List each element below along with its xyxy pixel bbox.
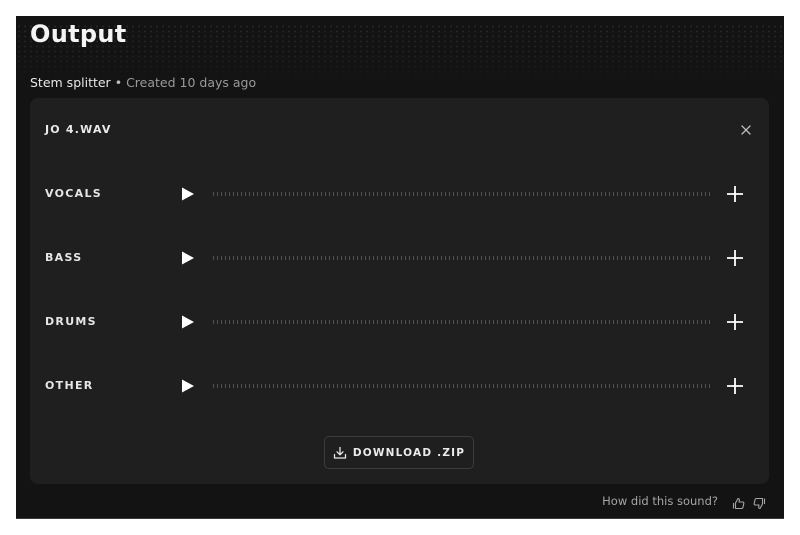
play-icon [182, 187, 194, 201]
play-button[interactable] [180, 314, 196, 330]
created-time: Created 10 days ago [126, 75, 257, 90]
stem-label: OTHER [45, 379, 94, 392]
add-button[interactable] [726, 377, 744, 395]
thumbs-up-button[interactable] [732, 495, 745, 509]
stem-row-other: OTHER [30, 371, 769, 401]
play-icon [182, 315, 194, 329]
thumbs-up-icon [732, 497, 745, 509]
plus-icon [727, 186, 743, 202]
add-button[interactable] [726, 249, 744, 267]
waveform[interactable] [213, 384, 710, 388]
plus-icon [727, 250, 743, 266]
add-button[interactable] [726, 185, 744, 203]
waveform[interactable] [213, 256, 710, 260]
stem-row-vocals: VOCALS [30, 179, 769, 209]
play-icon [182, 379, 194, 393]
output-subtitle: Stem splitter • Created 10 days ago [30, 75, 256, 90]
stems-card: JO 4.WAV VOCALS BASS DRUMS OTHER DOWNLOA… [30, 98, 769, 484]
output-panel: Output Stem splitter • Created 10 days ago… [16, 16, 784, 519]
stem-label: DRUMS [45, 315, 97, 328]
plus-icon [727, 314, 743, 330]
play-button[interactable] [180, 378, 196, 394]
download-label: DOWNLOAD .ZIP [352, 446, 466, 459]
feedback-question: How did this sound? [602, 494, 718, 508]
plus-icon [727, 378, 743, 394]
stem-label: VOCALS [45, 187, 102, 200]
download-zip-button[interactable]: DOWNLOAD .ZIP [324, 436, 474, 469]
play-button[interactable] [180, 250, 196, 266]
thumbs-down-button[interactable] [753, 495, 766, 509]
download-icon [333, 446, 347, 459]
header-dot-pattern [16, 24, 784, 82]
close-icon [741, 125, 751, 135]
subtitle-separator: • [114, 75, 123, 90]
stem-row-bass: BASS [30, 243, 769, 273]
file-name: JO 4.WAV [45, 123, 112, 136]
waveform[interactable] [213, 320, 710, 324]
add-button[interactable] [726, 313, 744, 331]
waveform[interactable] [213, 192, 710, 196]
thumbs-down-icon [753, 497, 766, 509]
feedback-bar: How did this sound? [602, 494, 766, 509]
close-button[interactable] [739, 122, 753, 136]
stem-row-drums: DRUMS [30, 307, 769, 337]
play-icon [182, 251, 194, 265]
tool-name: Stem splitter [30, 75, 111, 90]
page-title: Output [30, 20, 127, 48]
play-button[interactable] [180, 186, 196, 202]
stem-label: BASS [45, 251, 83, 264]
